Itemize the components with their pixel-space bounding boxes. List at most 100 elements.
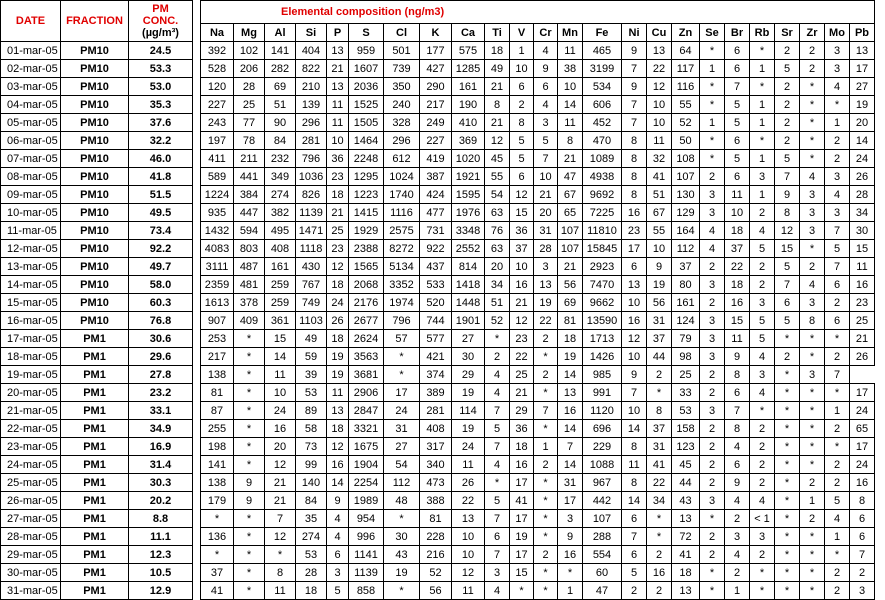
value-cell-ni: 8 (621, 167, 647, 186)
value-cell-pb: 3 (849, 581, 875, 600)
value-cell-al: 349 (264, 167, 296, 186)
value-cell-mo: 3 (824, 41, 850, 60)
value-cell-zr: 2 (799, 59, 825, 78)
value-cell-se: 2 (699, 383, 725, 402)
value-cell-sr: * (774, 545, 800, 564)
date-cell: 02-mar-05 (0, 59, 61, 78)
value-cell-ca: 13 (451, 509, 485, 528)
value-cell-ca: 3348 (451, 221, 485, 240)
value-cell-cu: 10 (646, 95, 672, 114)
value-cell-cu: 51 (646, 185, 672, 204)
value-cell-se: * (699, 509, 725, 528)
value-cell-zn: 41 (671, 545, 700, 564)
table-row: 01-mar-05 PM10 24.5 392 102 141 404 13 959 501 177… (0, 41, 875, 60)
value-cell-p: 19 (326, 365, 349, 384)
value-cell-zr: * (799, 95, 825, 114)
value-cell-mn: 65 (557, 203, 583, 222)
value-cell-ca: 1285 (451, 59, 485, 78)
value-cell-rb: * (749, 77, 775, 96)
value-cell-mo: 7 (824, 365, 850, 384)
value-cell-cl: 48 (383, 491, 420, 510)
element-header-ti: Ti (484, 23, 510, 42)
value-cell-ti: 12 (484, 131, 510, 150)
value-cell-v: 6 (509, 167, 534, 186)
table-row: 03-mar-05 PM10 53.0 120 28 69 210 13 2036 350 290 1… (0, 77, 875, 96)
element-header-sr: Sr (774, 23, 800, 42)
table-row: 24-mar-05 PM1 31.4 141 * 12 99 16 1904 54 340 11 4 16… (0, 455, 875, 474)
value-cell-cr: 2 (533, 365, 558, 384)
value-cell-k: 922 (419, 239, 452, 258)
value-cell-mn: 11 (557, 113, 583, 132)
value-cell-s: 2254 (348, 473, 384, 492)
value-cell-ca: 26 (451, 473, 485, 492)
value-cell-p: 24 (326, 293, 349, 312)
pm-conc-cell: 12.3 (128, 545, 193, 564)
value-cell-zn: 107 (671, 167, 700, 186)
value-cell-ti: 7 (484, 509, 510, 528)
value-cell-br: 6 (724, 41, 750, 60)
value-cell-sr: * (774, 509, 800, 528)
value-cell-zr: * (799, 113, 825, 132)
value-cell-cu: 34 (646, 491, 672, 510)
value-cell-cu: 13 (646, 41, 672, 60)
value-cell-se: 2 (699, 527, 725, 546)
value-cell-pb: 14 (849, 131, 875, 150)
value-cell-al: 11 (264, 365, 296, 384)
value-cell-zr: 2 (799, 509, 825, 528)
pm-conc-cell: 29.6 (128, 347, 193, 366)
value-cell-mn: 17 (557, 491, 583, 510)
table-row: 19-mar-05 PM1 27.8 138 * 11 39 19 3681 * 374 29 4 25 2… (0, 365, 875, 384)
value-cell-al: 51 (264, 95, 296, 114)
fraction-cell: PM10 (60, 239, 129, 258)
value-cell-ni: 2 (621, 581, 647, 600)
value-cell-cr: 2 (533, 455, 558, 474)
table-row: 10-mar-05 PM10 49.5 935 447 382 1139 21 1415 1116… (0, 203, 875, 222)
value-cell-k: 217 (419, 95, 452, 114)
value-cell-si: 84 (295, 491, 327, 510)
value-cell-mo: * (824, 437, 850, 456)
spacer-cell (192, 455, 201, 474)
value-cell-br: 5 (724, 95, 750, 114)
value-cell-al: 259 (264, 275, 296, 294)
value-cell-fe: 7470 (582, 275, 622, 294)
value-cell-mn: 16 (557, 545, 583, 564)
value-cell-k: 388 (419, 491, 452, 510)
value-cell-cl: 57 (383, 329, 420, 348)
element-header-se: Se (699, 23, 725, 42)
value-cell-al: 12 (264, 527, 296, 546)
element-header-si: Si (295, 23, 327, 42)
value-cell-v: 36 (509, 221, 534, 240)
value-cell-k: 228 (419, 527, 452, 546)
value-cell-zr: * (799, 383, 825, 402)
value-cell-p: 23 (326, 239, 349, 258)
value-cell-ti: 51 (484, 293, 510, 312)
value-cell-s: 1929 (348, 221, 384, 240)
pm-conc-cell: 37.6 (128, 113, 193, 132)
element-header-mo: Mo (824, 23, 850, 42)
value-cell-pb: 8 (849, 491, 875, 510)
pm-conc-cell: 30.3 (128, 473, 193, 492)
value-cell-p: 13 (326, 41, 349, 60)
value-cell-na: 1224 (200, 185, 234, 204)
value-cell-ni: 6 (621, 257, 647, 276)
date-cell: 24-mar-05 (0, 455, 61, 474)
value-cell-rb: 4 (749, 221, 775, 240)
value-cell-rb: * (749, 41, 775, 60)
value-cell-al: 282 (264, 59, 296, 78)
value-cell-mg: * (233, 545, 265, 564)
value-cell-ti: 21 (484, 113, 510, 132)
value-cell-na: 179 (200, 491, 234, 510)
value-cell-rb: 4 (749, 491, 775, 510)
value-cell-mn: 3 (557, 509, 583, 528)
fraction-cell: PM10 (60, 185, 129, 204)
value-cell-al: 16 (264, 419, 296, 438)
element-header-pb: Pb (849, 23, 875, 42)
table-row: 20-mar-05 PM1 23.2 81 * 10 53 11 2906 17 389 19 4 21 *… (0, 383, 875, 402)
value-cell-s: 2248 (348, 149, 384, 168)
value-cell-k: 290 (419, 77, 452, 96)
value-cell-al: 20 (264, 437, 296, 456)
value-cell-sr: * (774, 329, 800, 348)
value-cell-mo: 4 (824, 509, 850, 528)
value-cell-cu: 2 (646, 581, 672, 600)
spacer-cell (192, 419, 201, 438)
